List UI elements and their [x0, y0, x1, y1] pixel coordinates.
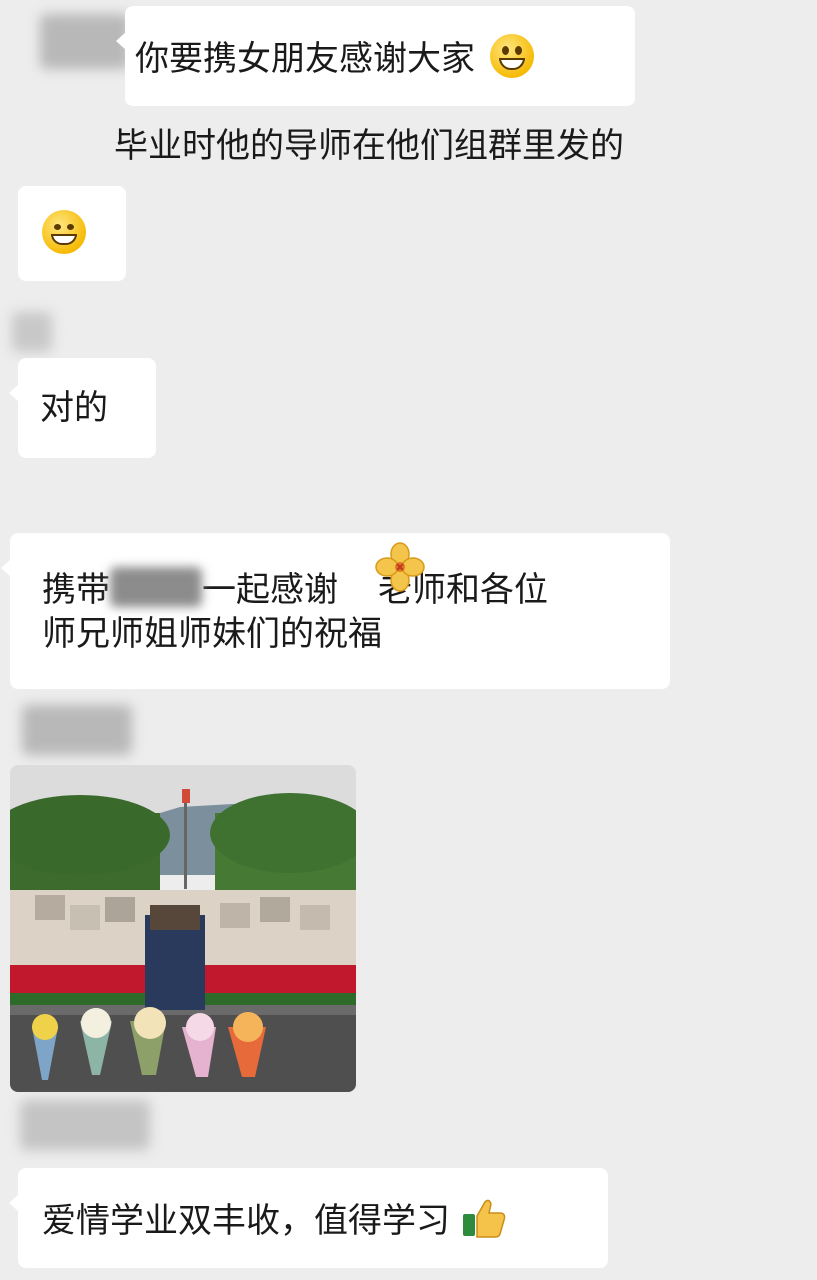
message-bubble[interactable]: 你要携女朋友感谢大家 — [116, 6, 635, 106]
message-text: 爱情学业双丰收，值得学习 — [42, 1201, 450, 1241]
photo-image — [10, 765, 356, 1092]
thumbs-up-icon — [462, 1199, 506, 1238]
message-bubble[interactable]: 携带 一起感谢 老师和各位 师兄师姐师妹们的祝福 — [1, 533, 670, 689]
message-text: 一起感谢 — [202, 570, 338, 610]
graduation-photo[interactable] — [10, 765, 356, 1092]
message-bubble[interactable]: 对的 — [9, 358, 156, 458]
redacted-name — [110, 567, 202, 607]
message-bubble[interactable]: 爱情学业双丰收，值得学习 — [9, 1168, 608, 1268]
message-line: 携带 一起感谢 老师和各位 — [42, 561, 670, 612]
message-line: 师兄师姐师妹们的祝福 — [42, 614, 382, 654]
message-text: 携带 — [42, 570, 110, 610]
message-text: 毕业时他的导师在他们组群里发的 — [114, 126, 624, 166]
grinning-emoji-icon — [489, 34, 534, 78]
blurred-avatar — [12, 312, 52, 352]
blurred-avatar — [22, 705, 132, 755]
flower-sticker-icon — [375, 542, 425, 592]
message-text: 你要携女朋友感谢大家 — [135, 39, 475, 79]
smiling-emoji-icon — [42, 210, 86, 254]
message-text: 对的 — [40, 388, 108, 428]
redacted-name — [338, 561, 378, 601]
message-bubble[interactable] — [18, 186, 126, 281]
blurred-avatar — [20, 1100, 150, 1150]
